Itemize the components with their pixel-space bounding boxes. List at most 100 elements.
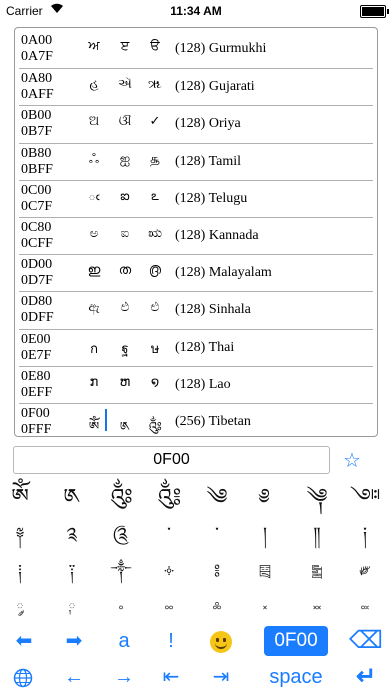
sample-glyph: ଔ	[118, 114, 132, 130]
letter-key[interactable]: a	[106, 626, 142, 656]
glyph-key[interactable]: ༚	[101, 590, 141, 626]
glyph-key[interactable]: ༕	[245, 553, 285, 589]
sample-glyph: ஐ	[119, 151, 131, 167]
glyph-key[interactable]: ༙	[52, 590, 92, 626]
glyph-key[interactable]: ༉	[52, 517, 92, 553]
glyph-key[interactable]: ༅	[245, 480, 285, 516]
code-range: 0E80 0EFF	[21, 368, 53, 400]
block-name: (128) Kannada	[175, 228, 259, 243]
sample-glyph: હ	[89, 77, 99, 93]
sample-glyph: ກ	[89, 374, 99, 390]
sample-glyph: ඵ	[120, 300, 130, 316]
block-row[interactable]: 0A00 0A7F ਅ ੲ ੳ (128) Gurmukhi	[19, 31, 373, 68]
sample-glyph: ઍ	[118, 77, 132, 93]
glyph-key[interactable]: ༏	[345, 517, 385, 553]
sample-glyph: ✓	[149, 114, 161, 130]
sample-glyph: ຫ	[119, 374, 131, 390]
sample-glyph: ಋ	[148, 226, 162, 241]
code-range: 0C00 0C7F	[21, 182, 53, 214]
glyph-key[interactable]: ༞	[297, 590, 337, 626]
code-range: 0A80 0AFF	[21, 71, 54, 103]
star-outline-icon[interactable]: ☆	[343, 449, 361, 471]
glyph-key[interactable]: ༒	[101, 553, 141, 589]
arrow-left-icon[interactable]: ⬅	[6, 626, 42, 656]
glyph-key[interactable]: ༌	[197, 517, 237, 553]
code-range: 0F00 0FFF	[21, 406, 52, 437]
glyph-key[interactable]: ༄	[197, 480, 237, 516]
sample-glyph: ఽ	[151, 188, 159, 204]
unicode-block-list[interactable]: 0A00 0A7F ਅ ੲ ੳ (128) Gurmukhi 0A80 0AFF હ ઍ ૠ (128…	[14, 27, 378, 437]
glyph-key[interactable]: ༂	[101, 480, 141, 516]
block-row[interactable]: 0E00 0E7F ก ฐ ษ (128) Thai	[19, 328, 373, 367]
backspace-icon[interactable]: ⌫	[346, 626, 386, 656]
cursor-left-icon[interactable]: ←	[56, 662, 92, 692]
sample-glyph: ඇ	[88, 300, 100, 316]
block-row[interactable]: 0C00 0C7Fఁ ఐ ఽ (128) Telugu	[19, 179, 373, 218]
code-range: 0B00 0B7F	[21, 108, 53, 140]
block-row[interactable]: 0B00 0B7F ଅ ଔ ✓ (128) Oriya	[19, 105, 373, 143]
code-range: 0B80 0BFF	[21, 145, 53, 177]
return-arrow-icon[interactable]: ↵	[346, 662, 386, 692]
emoji-icon[interactable]	[203, 626, 239, 656]
exclamation-key[interactable]: !	[153, 626, 189, 656]
glyph-key[interactable]: ༟	[345, 590, 385, 626]
code-range: 0D80 0DFF	[21, 294, 54, 326]
line-start-icon[interactable]: ⇤	[153, 662, 189, 692]
sample-glyph: ੲ	[120, 39, 130, 54]
sample-glyph: ఁ	[88, 188, 100, 204]
block-row[interactable]: 0F00 0FFF ༀ ༁ ༂ (256) Tibetan	[19, 403, 373, 441]
clock: 11:34 AM	[170, 4, 222, 18]
arrow-right-icon[interactable]: ➡	[56, 626, 92, 656]
glyph-key[interactable]: །	[245, 517, 285, 553]
glyph-key[interactable]: ༜	[197, 590, 237, 626]
globe-icon[interactable]	[8, 662, 38, 692]
block-row[interactable]: 0E80 0EFF ກ ຫ ໑ (128) Lao	[19, 365, 373, 404]
space-key[interactable]: space	[258, 662, 334, 692]
glyph-key[interactable]: ་	[149, 517, 189, 553]
sample-glyph: ஃ	[88, 151, 100, 167]
glyph-key[interactable]: ༇	[345, 480, 385, 516]
block-row[interactable]: 0C80 0CFF ಅ ಐ ಋ (128) Kannada	[19, 217, 373, 255]
glyph-key[interactable]: ༆	[297, 480, 337, 516]
sample-glyph: ໑	[150, 374, 160, 390]
glyph-key[interactable]: ༘	[0, 590, 40, 626]
block-name: (128) Malayalam	[175, 265, 272, 281]
glyph-key[interactable]: ༔	[197, 553, 237, 589]
glyph-key[interactable]: ༈	[0, 517, 40, 553]
block-name: (128) Lao	[175, 376, 231, 392]
block-row[interactable]: 0B80 0BFF ஃ ஐ ௲ (128) Tamil	[19, 142, 373, 181]
glyph-key[interactable]: ༃	[149, 480, 189, 516]
cursor-right-icon[interactable]: →	[106, 662, 142, 692]
glyph-key[interactable]: ༗	[345, 553, 385, 589]
glyph-grid-row: ༈ ༉ ༊ ་ ༌ ། ༎ ༏	[0, 517, 392, 553]
code-point-input[interactable]: 0F00	[13, 446, 330, 474]
glyph-key[interactable]: ༝	[245, 590, 285, 626]
block-name: (256) Tibetan	[175, 414, 251, 429]
block-name: (128) Gujarati	[175, 79, 255, 95]
sample-glyph: ༂	[148, 420, 162, 435]
glyph-key[interactable]: ༀ	[0, 480, 40, 516]
glyph-key[interactable]: ༛	[149, 590, 189, 626]
sample-glyph: ૠ	[148, 77, 162, 93]
code-range: 0D00 0D7F	[21, 257, 53, 289]
glyph-key[interactable]: ༎	[297, 517, 337, 553]
code-range: 0C80 0CFF	[21, 220, 53, 251]
block-row[interactable]: 0D00 0D7F ഇ ത ൫ (128) Malayalam	[19, 254, 373, 292]
line-end-icon[interactable]: ⇥	[203, 662, 239, 692]
block-row[interactable]: 0A80 0AFF હ ઍ ૠ (128) Gujarati	[19, 68, 373, 106]
battery-icon	[360, 5, 389, 18]
glyph-key[interactable]: ༊	[101, 517, 141, 553]
glyph-key[interactable]: ༁	[52, 480, 92, 516]
glyph-key[interactable]: ༖	[297, 553, 337, 589]
sample-glyph: ༁	[119, 420, 131, 435]
sample-glyph: ළු	[150, 300, 160, 316]
block-name: (128) Tamil	[175, 153, 242, 169]
keyboard-row-1: ⬅ ➡ a ! 0F00 ⌫	[0, 626, 392, 658]
block-row[interactable]: 0D80 0DFF ඇ ඵ ළු (128) Sinhala	[19, 291, 373, 329]
glyph-key[interactable]: ༐	[0, 553, 40, 589]
glyph-grid-row: ༐ ༑ ༒ ༓ ༔ ༕ ༖ ༗	[0, 553, 392, 589]
glyph-key[interactable]: ༑	[52, 553, 92, 589]
sample-glyph: ௲	[150, 151, 160, 167]
glyph-key[interactable]: ༓	[149, 553, 189, 589]
code-point-key[interactable]: 0F00	[264, 626, 328, 656]
